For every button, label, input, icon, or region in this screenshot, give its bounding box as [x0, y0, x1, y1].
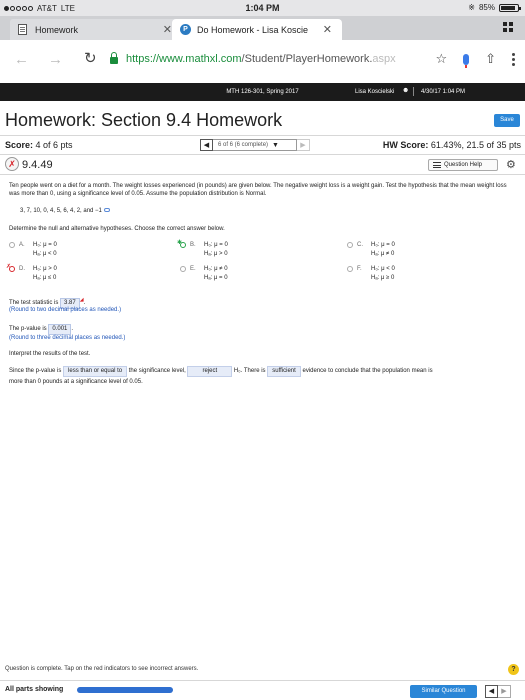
tab-do-homework[interactable]: P Do Homework - Lisa Koscie ✕	[172, 19, 342, 40]
person-icon[interactable]: ☻	[402, 87, 409, 94]
page-title: Homework: Section 9.4 Homework	[5, 110, 283, 130]
lock-icon	[110, 52, 118, 64]
tab-switcher-icon[interactable]	[503, 22, 513, 32]
previous-button[interactable]: ◀	[485, 685, 498, 698]
question-navigator: ◀ 6 of 6 (6 complete) ▼ ▶	[200, 139, 310, 151]
reload-icon[interactable]: ↻	[84, 49, 97, 67]
rounding-hint: (Round to three decimal places as needed…	[9, 335, 126, 341]
completion-message: Question is complete. Tap on the red ind…	[5, 666, 199, 672]
question-help-button[interactable]: Question Help	[428, 159, 498, 171]
parts-progress-bar	[77, 687, 173, 693]
partial-credit-icon: ✗	[5, 157, 19, 171]
battery-percent: 85%	[478, 3, 495, 12]
radio-button[interactable]	[180, 266, 186, 272]
close-tab-icon[interactable]: ✕	[163, 23, 172, 36]
battery-info: ※ 85%	[468, 3, 521, 12]
list-icon	[433, 162, 441, 168]
copy-data-icon[interactable]	[103, 208, 110, 213]
radio-button[interactable]	[347, 242, 353, 248]
option-b[interactable]: ✱ B. H₀: μ = 0 Hₐ: μ > 0	[177, 240, 330, 261]
radio-button[interactable]	[9, 242, 15, 248]
more-menu-icon[interactable]	[512, 52, 515, 66]
parts-showing-label: All parts showing	[5, 686, 64, 693]
document-icon	[18, 24, 27, 35]
bluetooth-icon: ※	[468, 3, 475, 12]
save-button[interactable]: Save	[494, 114, 520, 127]
incorrect-indicator-icon[interactable]: ◢	[80, 297, 84, 303]
url-field[interactable]: https://www.mathxl.com/Student/PlayerHom…	[110, 50, 410, 68]
close-tab-icon[interactable]: ✕	[323, 23, 332, 36]
score-label: Score:	[5, 140, 34, 150]
url-host: https://www.mathxl.com	[126, 53, 242, 65]
divider	[413, 87, 414, 96]
dropdown-arrow-icon: ▼	[272, 141, 279, 149]
question-number: 9.4.49	[22, 159, 53, 171]
microphone-icon[interactable]	[463, 53, 470, 68]
previous-question-button[interactable]: ◀	[200, 139, 213, 151]
battery-icon	[499, 3, 521, 12]
radio-button[interactable]	[347, 266, 353, 272]
question-score: Score: 4 of 6 pts	[5, 140, 73, 150]
score-bar: Score: 4 of 6 pts ◀ 6 of 6 (6 complete) …	[0, 135, 525, 155]
url-path: /Student/PlayerHomework.	[241, 53, 373, 65]
share-icon[interactable]: ⇧	[485, 51, 496, 67]
help-question-icon[interactable]: ?	[508, 664, 519, 675]
question-help-label: Question Help	[444, 162, 483, 168]
forward-arrow-icon[interactable]: →	[48, 51, 63, 68]
incorrect-x-icon[interactable]: ✗	[6, 263, 11, 271]
clock: 1:04 PM	[245, 3, 280, 13]
correct-star-icon: ✱	[177, 240, 183, 246]
star-icon[interactable]: ☆	[435, 51, 447, 67]
decision-dropdown[interactable]: reject	[187, 366, 233, 377]
instruction-text: Determine the null and alternative hypot…	[9, 226, 225, 232]
hw-score-label: HW Score:	[382, 140, 429, 150]
data-values: 3, 7, 10, 0, 4, 5, 6, 4, 2, and −1	[20, 207, 110, 215]
next-button[interactable]: ▶	[498, 685, 511, 698]
ios-status-bar: AT&T LTE 1:04 PM ※ 85%	[0, 0, 525, 16]
option-e[interactable]: E. H₀: μ ≠ 0 Hₐ: μ = 0	[180, 265, 330, 285]
back-arrow-icon[interactable]: ←	[14, 51, 29, 68]
option-a[interactable]: A. H₀: μ = 0 Hₐ: μ < 0	[9, 241, 159, 261]
pearson-icon: P	[180, 24, 191, 35]
browser-tab-strip: Homework ✕ P Do Homework - Lisa Koscie ✕	[0, 16, 525, 40]
question-header: ✗ 9.4.49 Question Help ⚙	[0, 155, 525, 175]
interpret-prompt: Interpret the results of the test.	[9, 351, 91, 357]
gear-icon[interactable]: ⚙	[506, 158, 516, 171]
hw-score-value: 61.43%, 21.5 of 35 pts	[430, 140, 521, 150]
bottom-toolbar: All parts showing Similar Question ◀ ▶	[0, 680, 525, 700]
option-d[interactable]: ✗ D. H₀: μ > 0 Hₐ: μ ≤ 0	[6, 263, 159, 285]
tab-homework[interactable]: Homework ✕	[10, 19, 182, 40]
address-bar-row: ← → ↻ https://www.mathxl.com/Student/Pla…	[0, 40, 525, 78]
next-question-button[interactable]: ▶	[297, 139, 310, 151]
rounding-hint: (Round to two decimal places as needed.)	[9, 307, 122, 313]
tab-title: Do Homework - Lisa Koscie	[197, 24, 309, 35]
hw-score: HW Score: 61.43%, 21.5 of 35 pts	[383, 140, 521, 150]
question-select-value: 6 of 6 (6 complete)	[218, 142, 269, 148]
similar-question-button[interactable]: Similar Question	[410, 685, 477, 698]
evidence-dropdown[interactable]: sufficient	[267, 366, 301, 377]
option-c[interactable]: C. H₀: μ = 0 Hₐ: μ ≠ 0	[347, 241, 497, 261]
score-value: 4 of 6 pts	[35, 140, 73, 150]
user-name: Lisa Koscielski	[355, 89, 395, 95]
comparison-dropdown[interactable]: less than or equal to	[63, 366, 128, 377]
current-datetime: 4/30/17 1:04 PM	[421, 89, 466, 95]
tab-title: Homework	[35, 24, 79, 35]
option-f[interactable]: F. H₀: μ < 0 Hₐ: μ ≥ 0	[347, 265, 497, 285]
problem-text: Ten people went on a diet for a month. T…	[9, 183, 507, 197]
url-tail: aspx	[372, 53, 396, 65]
question-select[interactable]: 6 of 6 (6 complete) ▼	[213, 139, 297, 151]
course-banner: MTH 126-301, Spring 2017 Lisa Koscielski…	[0, 83, 525, 101]
conclusion-text: Since the p-value is less than or equal …	[9, 366, 433, 385]
